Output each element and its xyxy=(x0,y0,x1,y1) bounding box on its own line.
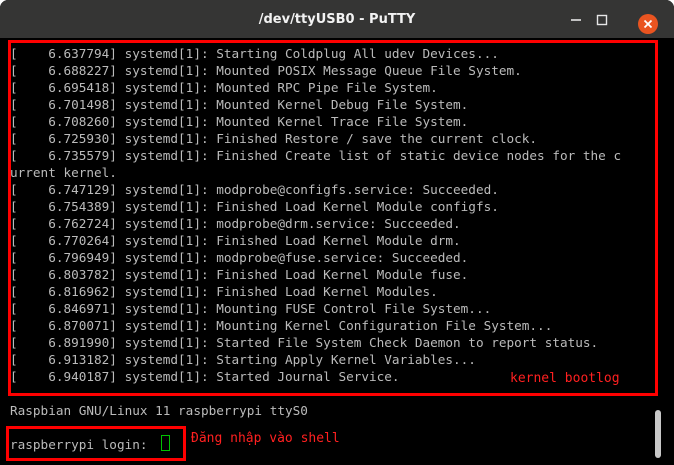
bootlog-line: [ 6.695418] systemd[1]: Mounted RPC Pipe… xyxy=(10,80,438,95)
window-title: /dev/ttyUSB0 - PuTTY xyxy=(258,11,416,27)
maximize-button[interactable] xyxy=(593,11,610,28)
bootlog-line: [ 6.891990] systemd[1]: Started File Sys… xyxy=(10,335,599,350)
close-icon xyxy=(643,19,653,29)
putty-window: /dev/ttyUSB0 - PuTTY [ 6.637794] systemd… xyxy=(0,0,674,465)
bootlog-line: [ 6.747129] systemd[1]: modprobe@configf… xyxy=(10,182,499,197)
close-button[interactable] xyxy=(638,14,658,34)
bootlog-line: [ 6.770264] systemd[1]: Finished Load Ke… xyxy=(10,233,461,248)
bootlog-line: [ 6.870071] systemd[1]: Mounting Kernel … xyxy=(10,318,553,333)
bootlog-line: urrent kernel. xyxy=(10,165,117,180)
minimize-button[interactable] xyxy=(567,11,584,28)
bootlog-line: [ 6.913182] systemd[1]: Starting Apply K… xyxy=(10,352,476,367)
minimize-icon xyxy=(570,18,581,21)
bootlog-line: [ 6.637794] systemd[1]: Starting Coldplu… xyxy=(10,46,499,61)
bootlog-line: [ 6.846971] systemd[1]: Mounting FUSE Co… xyxy=(10,301,492,316)
login-annotation-label: Đăng nhập vào shell xyxy=(191,431,340,446)
scrollbar[interactable] xyxy=(654,38,664,465)
bootlog-line: [ 6.940187] systemd[1]: Started Journal … xyxy=(10,369,400,384)
bootlog-line: [ 6.708260] systemd[1]: Mounted Kernel T… xyxy=(10,114,469,129)
bootlog-line: [ 6.754389] systemd[1]: Finished Load Ke… xyxy=(10,199,499,214)
bootlog-line: [ 6.701498] systemd[1]: Mounted Kernel D… xyxy=(10,97,469,112)
bootlog-line: [ 6.803782] systemd[1]: Finished Load Ke… xyxy=(10,267,469,282)
terminal-cursor xyxy=(161,435,170,451)
bootlog-line: [ 6.688227] systemd[1]: Mounted POSIX Me… xyxy=(10,63,522,78)
bootlog-line: [ 6.735579] systemd[1]: Finished Create … xyxy=(10,148,622,163)
bootlog-line: [ 6.725930] systemd[1]: Finished Restore… xyxy=(10,131,538,146)
os-banner: Raspbian GNU/Linux 11 raspberrypi ttyS0 xyxy=(10,403,308,418)
scrollbar-thumb[interactable] xyxy=(655,410,661,458)
title-bar[interactable]: /dev/ttyUSB0 - PuTTY xyxy=(0,0,674,38)
bootlog-line: [ 6.796949] systemd[1]: modprobe@fuse.se… xyxy=(10,250,469,265)
bootlog-annotation-label: kernel bootlog xyxy=(510,371,620,386)
login-prompt[interactable]: raspberrypi login: xyxy=(10,436,155,453)
maximize-icon xyxy=(596,14,607,25)
bootlog-line: [ 6.816962] systemd[1]: Finished Load Ke… xyxy=(10,284,438,299)
bootlog-line: [ 6.762724] systemd[1]: modprobe@drm.ser… xyxy=(10,216,461,231)
terminal-area[interactable]: [ 6.637794] systemd[1]: Starting Coldplu… xyxy=(0,38,674,465)
